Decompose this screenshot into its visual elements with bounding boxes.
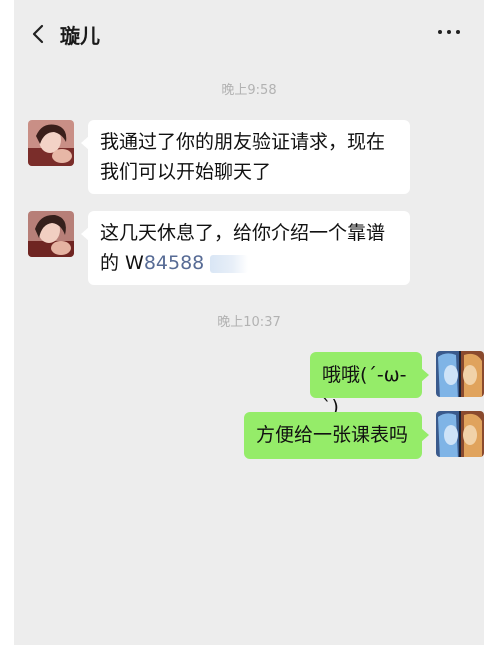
- chat-screen: 璇儿 晚上9:58 我通过了你的朋友验证请求，现在 我们可以开始聊天了 这几天休…: [14, 0, 484, 645]
- redaction-blur: [210, 254, 249, 273]
- chat-header: 璇儿: [14, 0, 484, 66]
- user-avatar[interactable]: [436, 411, 484, 457]
- contact-avatar[interactable]: [28, 120, 74, 166]
- user-avatar[interactable]: [436, 351, 484, 397]
- timestamp: 晚上10:37: [217, 315, 281, 330]
- incoming-message: 这几天休息了，给你介绍一个靠谱 的 W84588: [81, 211, 410, 285]
- message-line: 这几天休息了，给你介绍一个靠谱: [100, 222, 386, 244]
- contact-avatar[interactable]: [28, 211, 74, 257]
- timestamp: 晚上9:58: [221, 83, 277, 98]
- outgoing-message: 哦哦(´-ω-`): [310, 352, 429, 418]
- more-dots-icon[interactable]: [438, 30, 460, 34]
- wechat-id-link[interactable]: 84588: [144, 252, 204, 274]
- message-text: 的 W: [100, 252, 144, 274]
- incoming-message: 我通过了你的朋友验证请求，现在 我们可以开始聊天了: [81, 120, 410, 194]
- chat-title: 璇儿: [60, 24, 100, 48]
- outgoing-message: 方便给一张课表吗: [244, 412, 429, 459]
- chevron-left-icon[interactable]: [32, 24, 44, 44]
- message-line: 我通过了你的朋友验证请求，现在: [100, 131, 386, 153]
- message-line: 我们可以开始聊天了: [100, 161, 272, 183]
- message-line: 的 W84588: [100, 248, 398, 278]
